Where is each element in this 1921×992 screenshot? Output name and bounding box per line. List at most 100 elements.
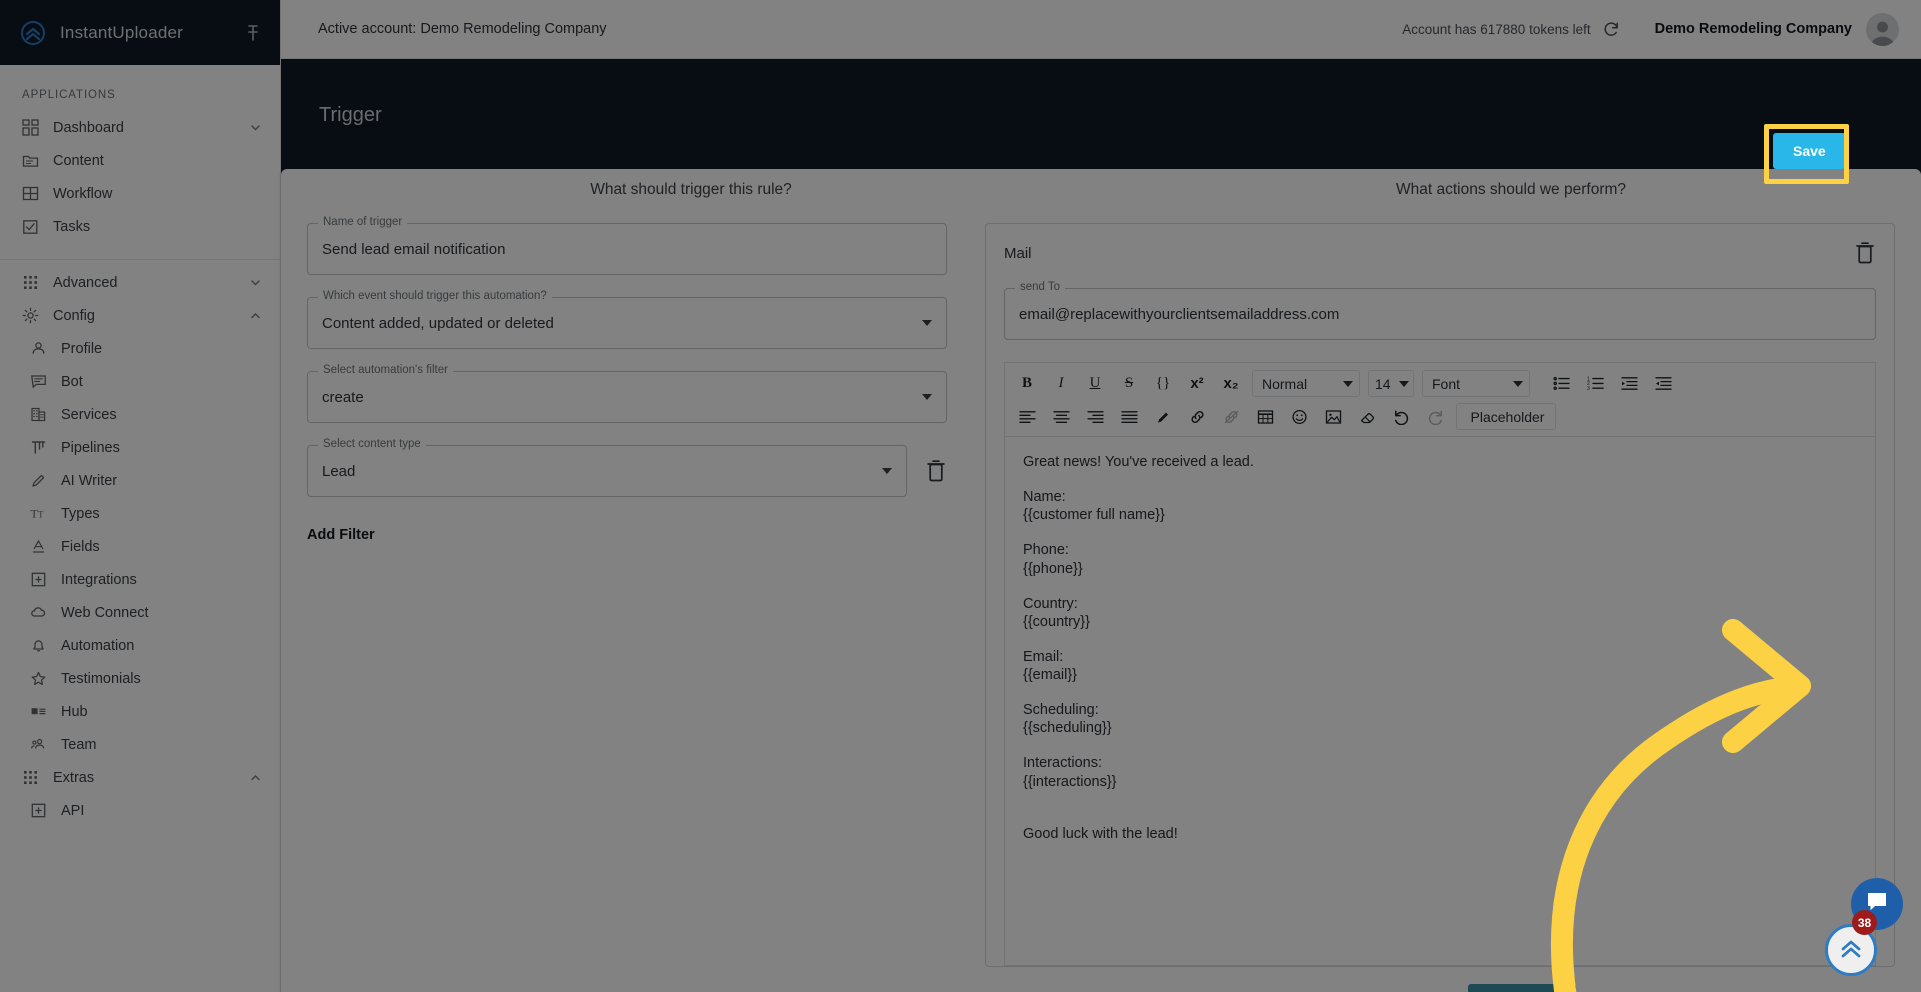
chevron-down-icon bbox=[922, 320, 932, 326]
sidebar-item-label: Dashboard bbox=[53, 119, 124, 136]
sidebar-item-bot[interactable]: Bot bbox=[0, 365, 280, 398]
sidebar-item-label: Automation bbox=[61, 637, 135, 654]
unlink-icon[interactable] bbox=[1217, 404, 1245, 430]
align-right-icon[interactable] bbox=[1081, 404, 1109, 430]
brand-name: InstantUploader bbox=[60, 22, 184, 42]
sidebar-item-team[interactable]: Team bbox=[0, 728, 280, 761]
numbered-list-icon[interactable]: 123 bbox=[1581, 371, 1609, 397]
sidebar-item-label: API bbox=[61, 802, 85, 819]
sidebar-item-tasks[interactable]: Tasks bbox=[0, 210, 280, 243]
strikethrough-icon[interactable]: S bbox=[1115, 371, 1143, 397]
image-icon[interactable] bbox=[1319, 404, 1347, 430]
align-center-icon[interactable] bbox=[1047, 404, 1075, 430]
indent-increase-icon[interactable] bbox=[1615, 371, 1643, 397]
font-family-select[interactable]: Font bbox=[1422, 370, 1530, 397]
send-to-field[interactable]: send To email@replacewithyourclientsemai… bbox=[1004, 281, 1876, 340]
mail-action-header: Mail bbox=[1004, 240, 1876, 266]
avatar[interactable] bbox=[1866, 12, 1899, 46]
filter-select-field[interactable]: Select automation's filter create bbox=[307, 364, 947, 423]
sidebar-group-advanced[interactable]: Advanced bbox=[0, 266, 280, 299]
editor-line: Country: bbox=[1023, 595, 1078, 612]
sidebar-item-fields[interactable]: Fields bbox=[0, 530, 280, 563]
sidebar-item-label: Web Connect bbox=[61, 604, 149, 621]
pin-icon[interactable] bbox=[244, 24, 262, 42]
chat-lines-icon bbox=[30, 373, 47, 390]
gear-icon bbox=[22, 307, 39, 324]
font-family-value: Font bbox=[1432, 375, 1461, 392]
apps-dots-icon bbox=[22, 274, 39, 291]
editor-line: {{customer full name}} bbox=[1023, 507, 1165, 524]
heading-select[interactable]: Normal bbox=[1252, 370, 1360, 397]
code-block-icon[interactable]: {} bbox=[1149, 371, 1177, 397]
indent-decrease-icon[interactable] bbox=[1649, 371, 1677, 397]
redo-icon[interactable] bbox=[1421, 404, 1449, 430]
event-select-field[interactable]: Which event should trigger this automati… bbox=[307, 290, 947, 349]
sidebar-item-services[interactable]: Services bbox=[0, 398, 280, 431]
editor-line: Phone: bbox=[1023, 542, 1069, 559]
undo-icon[interactable] bbox=[1387, 404, 1415, 430]
font-size-select[interactable]: 14 bbox=[1368, 370, 1414, 397]
sidebar-item-pipelines[interactable]: Pipelines bbox=[0, 431, 280, 464]
subscript-icon[interactable]: x₂ bbox=[1217, 371, 1245, 397]
editor-line: Interactions: bbox=[1023, 755, 1102, 772]
editor-line-blank bbox=[1023, 808, 1857, 825]
placeholder-button[interactable]: Placeholder bbox=[1456, 403, 1556, 430]
save-button[interactable]: Save bbox=[1773, 133, 1846, 169]
sidebar-item-profile[interactable]: Profile bbox=[0, 332, 280, 365]
trash-icon[interactable] bbox=[925, 458, 947, 484]
editor-line-blank bbox=[1023, 684, 1857, 701]
save-button-region: Save bbox=[1760, 117, 1880, 197]
plus-box-icon bbox=[30, 571, 47, 588]
chevron-down-icon bbox=[882, 468, 892, 474]
folder-icon bbox=[22, 152, 39, 169]
sidebar-item-label: Fields bbox=[61, 538, 100, 555]
bullet-list-icon[interactable] bbox=[1547, 371, 1575, 397]
link-icon[interactable] bbox=[1183, 404, 1211, 430]
underline-icon[interactable]: U bbox=[1081, 371, 1109, 397]
sidebar-item-web-connect[interactable]: Web Connect bbox=[0, 596, 280, 629]
refresh-icon[interactable] bbox=[1602, 20, 1621, 39]
pencil-icon bbox=[30, 472, 47, 489]
editor-line-blank bbox=[1023, 471, 1857, 488]
sidebar-item-content[interactable]: Content bbox=[0, 144, 280, 177]
field-a-icon bbox=[30, 538, 47, 555]
add-filter-button[interactable]: Add Filter bbox=[307, 527, 375, 543]
sidebar-item-hub[interactable]: Hub bbox=[0, 695, 280, 728]
sidebar-group-config[interactable]: Config bbox=[0, 299, 280, 332]
editor-line: Good luck with the lead! bbox=[1023, 825, 1178, 842]
chevron-down-icon bbox=[1513, 380, 1523, 387]
chevrons-up-circle-icon bbox=[20, 20, 46, 46]
content-type-legend: Select content type bbox=[318, 438, 426, 450]
sidebar-item-label: Tasks bbox=[53, 218, 91, 235]
eraser-icon[interactable] bbox=[1353, 404, 1381, 430]
sidebar-item-testimonials[interactable]: Testimonials bbox=[0, 662, 280, 695]
superscript-icon[interactable]: x² bbox=[1183, 371, 1211, 397]
bold-icon[interactable]: B bbox=[1013, 371, 1041, 397]
italic-icon[interactable]: I bbox=[1047, 371, 1075, 397]
sidebar-item-automation[interactable]: Automation bbox=[0, 629, 280, 662]
star-icon bbox=[30, 670, 47, 687]
content-type-field[interactable]: Select content type Lead bbox=[307, 438, 907, 497]
heading-select-value: Normal bbox=[1262, 375, 1308, 392]
trash-icon[interactable] bbox=[1854, 240, 1876, 266]
editor-line: {{phone}} bbox=[1023, 560, 1083, 577]
sidebar-item-workflow[interactable]: Workflow bbox=[0, 177, 280, 210]
main-content: Trigger What should trigger this rule? W… bbox=[281, 59, 1921, 992]
sidebar-group-extras[interactable]: Extras bbox=[0, 761, 280, 794]
sidebar-item-dashboard[interactable]: Dashboard bbox=[0, 111, 280, 144]
table-insert-icon[interactable] bbox=[1251, 404, 1279, 430]
emoji-icon[interactable] bbox=[1285, 404, 1313, 430]
sidebar-item-integrations[interactable]: Integrations bbox=[0, 563, 280, 596]
pen-icon[interactable] bbox=[1149, 404, 1177, 430]
sidebar-item-ai-writer[interactable]: AI Writer bbox=[0, 464, 280, 497]
align-left-icon[interactable] bbox=[1013, 404, 1041, 430]
editor-content[interactable]: Great news! You've received a lead. Name… bbox=[1004, 436, 1876, 966]
chevron-down-icon bbox=[249, 276, 262, 289]
bottom-action-button[interactable] bbox=[1468, 984, 1576, 992]
dashboard-grid-icon bbox=[22, 119, 39, 136]
apps-dots-icon bbox=[22, 769, 39, 786]
name-of-trigger-field[interactable]: Name of trigger Send lead email notifica… bbox=[307, 216, 947, 275]
align-justify-icon[interactable] bbox=[1115, 404, 1143, 430]
sidebar-item-api[interactable]: API bbox=[0, 794, 280, 827]
sidebar-item-types[interactable]: TT Types bbox=[0, 497, 280, 530]
